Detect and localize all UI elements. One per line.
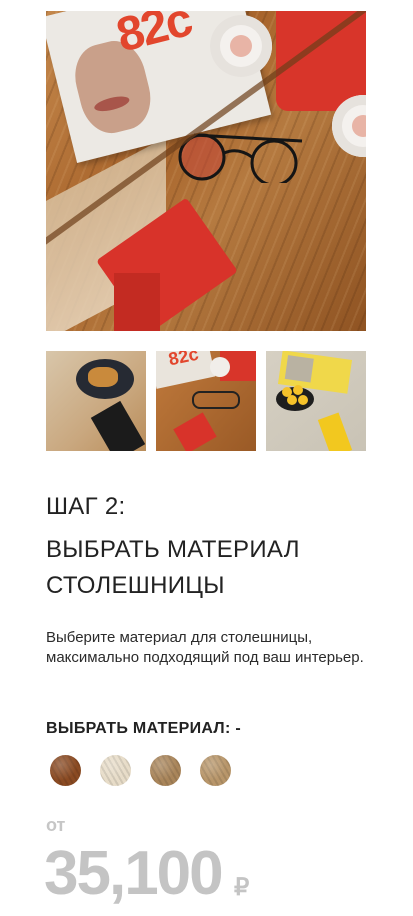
waffles xyxy=(88,367,118,387)
price-from-label: от xyxy=(46,815,66,835)
red-table-leg-post xyxy=(114,273,160,331)
thumbnail-2[interactable] xyxy=(156,351,256,451)
currency-symbol: ₽ xyxy=(234,874,250,901)
price-value: 35,100 xyxy=(44,839,224,908)
material-select-label: ВЫБРАТЬ МАТЕРИАЛ: - xyxy=(46,720,241,737)
red-table-leg xyxy=(173,412,217,451)
swatch-wood-light[interactable] xyxy=(100,755,131,786)
toy-wheel xyxy=(210,15,272,77)
black-table-leg xyxy=(90,400,146,451)
swatch-wood-oak[interactable] xyxy=(150,755,181,786)
step-description: Выберите материал для столешницы, максим… xyxy=(46,629,364,666)
yellow-table-leg xyxy=(317,412,353,451)
lemon xyxy=(293,385,303,395)
lemon xyxy=(287,395,297,405)
swatch-wood-dark[interactable] xyxy=(50,755,81,786)
toy-wheel xyxy=(210,357,230,377)
magazine xyxy=(156,351,216,389)
sunglasses xyxy=(192,391,240,409)
product-main-image: 82c xyxy=(46,11,366,331)
thumbnail-1[interactable] xyxy=(46,351,146,451)
step-title-line-2: СТОЛЕШНИЦЫ xyxy=(46,572,225,599)
step-label: ШАГ 2: xyxy=(46,493,126,520)
lemon xyxy=(298,395,308,405)
swatch-wood-natural[interactable] xyxy=(200,755,231,786)
step-title-line-1: ВЫБРАТЬ МАТЕРИАЛ xyxy=(46,536,300,563)
step-title: ВЫБРАТЬ МАТЕРИАЛ СТОЛЕШНИЦЫ xyxy=(46,532,376,604)
thumbnail-3[interactable] xyxy=(266,351,366,451)
magazine-text: 82c xyxy=(111,11,197,63)
